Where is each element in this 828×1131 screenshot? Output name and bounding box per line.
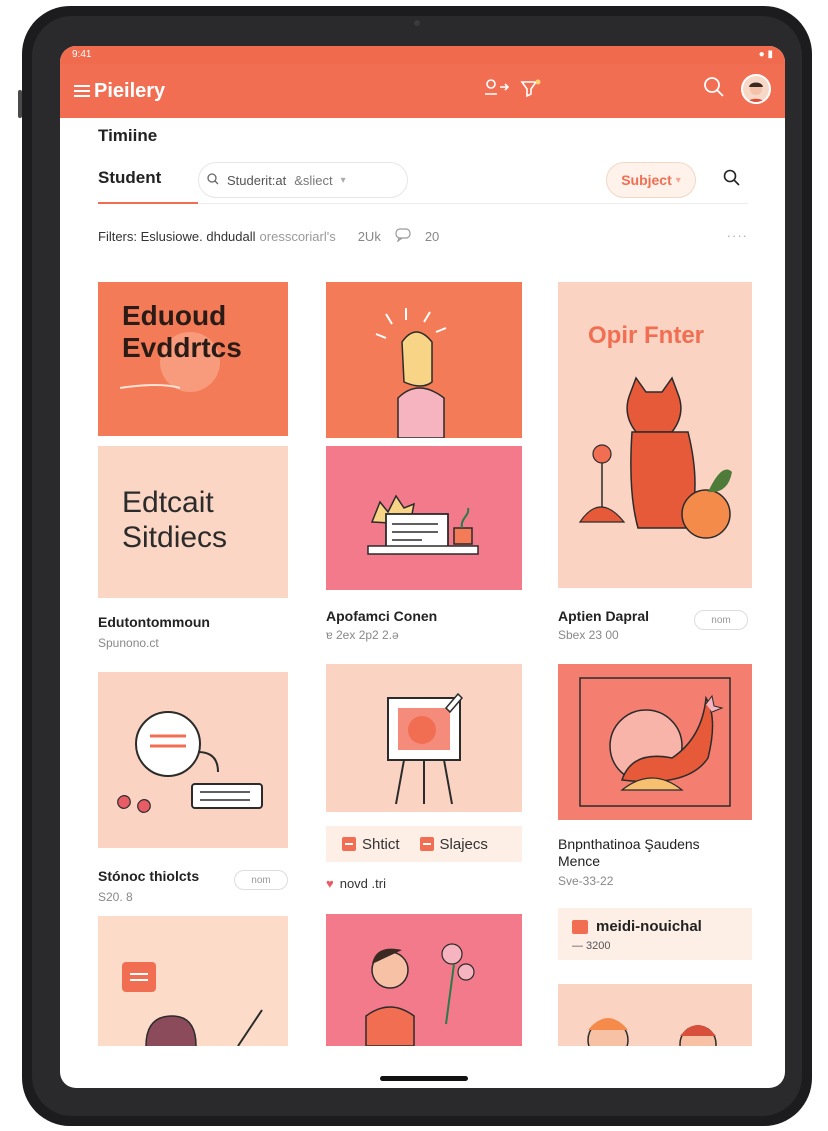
chevron-down-icon: ▾ (340, 174, 346, 186)
filters-counts: 2Uk 20 (357, 228, 440, 245)
user-arrow-icon[interactable] (484, 78, 510, 102)
filters-row: Filters: Eslusiowe. dhdudall oresscoriar… (98, 228, 748, 245)
card-11-image[interactable] (558, 984, 752, 1046)
filter-tab-row: Student Studerit:at &sliect ▾ Subject ▾ (98, 158, 748, 204)
card-1-heading: Eduoud Evddrtcs (122, 300, 242, 364)
chevron-down-icon: ▾ (675, 174, 681, 186)
tag-slajecs[interactable]: Slajecs (419, 835, 488, 853)
abstract-illustration (579, 677, 731, 807)
card-6-footer-text: novd .tri (339, 876, 386, 891)
volume-button (18, 90, 22, 118)
card-10-image[interactable] (326, 914, 522, 1046)
card-7-meta: Sve-33-22 (558, 874, 614, 888)
card-3b-image[interactable] (326, 446, 522, 590)
desk-illustration (367, 494, 479, 555)
filters-muted: oresscoriarl's (259, 229, 336, 244)
filter-star-icon[interactable] (520, 78, 542, 102)
more-options-icon[interactable]: ···· (727, 228, 748, 243)
tag-label: Shtict (362, 835, 400, 853)
card-3-image[interactable] (326, 282, 522, 438)
tag-icon (342, 837, 356, 851)
search-button[interactable] (716, 164, 748, 196)
search-icon (723, 169, 741, 192)
card-1-heading-line-2: Evddrtcs (122, 332, 242, 364)
card-6-image[interactable] (326, 664, 522, 812)
search-icon (207, 172, 219, 188)
card-6-tags: Shtict Slajecs (326, 826, 522, 862)
card-7-title[interactable]: Bnpnthatinoa Şaudens Mence (558, 836, 700, 870)
card-5-image[interactable] (98, 672, 288, 848)
easel-illustration (387, 692, 464, 805)
page-title: Timiine (98, 126, 158, 145)
card-2-title[interactable]: Edutontommoun (98, 614, 210, 631)
boy-flowers-illustration (365, 943, 475, 1046)
card-2-meta: Spunono.ct (98, 636, 159, 650)
search-value: Studerit:at (227, 172, 287, 188)
camera (414, 20, 420, 26)
subject-button[interactable]: Subject ▾ (606, 162, 696, 198)
card-6-footer: ♥ novd .tri (326, 876, 386, 891)
girl-illustration (375, 308, 447, 438)
filters-count-1: 2Uk (357, 229, 381, 244)
status-indicators: ● ▮ (758, 49, 773, 60)
card-2-image[interactable]: Edtcait Sitdiecs (98, 446, 288, 598)
card-4-image[interactable]: Opir Fnter (558, 282, 752, 588)
chart-icon (572, 919, 588, 934)
filters-label: Filters: Eslusiowe. dhdudall (98, 229, 256, 244)
cat-illustration (578, 376, 732, 539)
screen: 9:41 ● ▮ Pieilery Timiine Student Studer… (60, 46, 785, 1088)
student-search-pill[interactable]: Studerit:at &sliect ▾ (198, 162, 408, 198)
card-7-title-line-2: Mence (558, 852, 601, 869)
menu-icon[interactable] (74, 84, 92, 98)
card-2-heading: Edtcait Sitdiecs (122, 486, 227, 555)
tab-student[interactable]: Student (98, 168, 161, 188)
card-5-title[interactable]: Stónoc thiolcts (98, 868, 199, 885)
avatar[interactable] (741, 74, 771, 104)
app-title: Pieilery (94, 79, 166, 102)
card-2-heading-line-2: Sitdiecs (122, 520, 228, 554)
card-4-title[interactable]: Aptien Dapral (558, 608, 649, 625)
card-8-label-row: meidi-nouichal (572, 918, 702, 935)
card-7-image[interactable] (558, 664, 752, 820)
home-indicator[interactable] (380, 1076, 468, 1081)
app-title-group: Pieilery (74, 80, 165, 103)
appbar-center-icons (484, 78, 542, 102)
card-9-image[interactable] (98, 916, 288, 1046)
card-1-image[interactable]: Eduoud Evddrtcs (98, 282, 288, 436)
tab-active-indicator (98, 202, 198, 204)
search-icon[interactable] (703, 76, 725, 103)
card-3-title[interactable]: Apofamci Conen (326, 608, 437, 625)
status-bar: 9:41 ● ▮ (60, 46, 785, 64)
card-4-meta: Sbex 23 00 (558, 628, 619, 642)
tag-label: Slajecs (439, 835, 488, 853)
card-3-meta: ɐ 2ex 2р2 2.ə (326, 628, 399, 642)
comment-icon (395, 228, 411, 245)
subject-button-label: Subject (621, 172, 672, 188)
appbar-right-icons (703, 74, 771, 104)
tag-shtict[interactable]: Shtict (342, 836, 400, 853)
card-8-panel[interactable]: meidi-nouichal — 3200 (558, 908, 752, 960)
card-1-heading-line-1: Eduoud (122, 300, 227, 331)
people-illustration (587, 1018, 717, 1046)
subject-select[interactable]: &sliect (294, 173, 332, 188)
app-bar: Pieilery (60, 64, 785, 118)
card-2-heading-line-1: Edtcait (122, 486, 214, 519)
status-time: 9:41 (72, 49, 92, 60)
card-8-label: meidi-nouichal (596, 918, 702, 935)
card-5-more-button[interactable]: nom (234, 870, 288, 890)
heart-icon: ♥ (326, 876, 334, 891)
filters-count-2: 20 (424, 229, 440, 244)
tag-icon (419, 837, 434, 851)
card-7-title-line-1: Bnpnthatinoa Şaudens (558, 836, 700, 852)
card-8-sub: — 3200 (572, 940, 611, 952)
books-illustration (117, 711, 263, 813)
card-4-more-button[interactable]: nom (694, 610, 748, 630)
card-5-meta: S20. 8 (98, 890, 133, 904)
character-illustration (145, 1009, 263, 1046)
